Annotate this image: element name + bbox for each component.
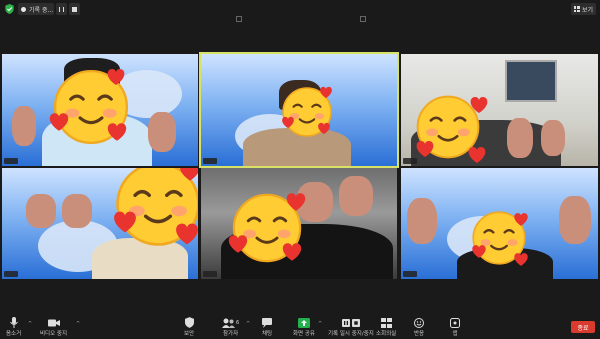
recording-control-button[interactable]: 기록 일시 중지/중지 — [328, 317, 374, 337]
stop-video-button[interactable]: 비디오 중지 — [40, 317, 67, 337]
share-screen-label: 화면 공유 — [293, 331, 315, 337]
pause-icon — [59, 6, 64, 12]
participant-video-tile-active[interactable] — [199, 52, 399, 168]
participant-video-tile[interactable] — [201, 168, 397, 279]
breakout-rooms-label: 소회의실 — [376, 331, 397, 337]
share-options-caret-icon[interactable]: ^ — [318, 321, 322, 327]
end-meeting-button[interactable]: 종료 — [571, 321, 595, 333]
reactions-label: 반응 — [414, 331, 425, 337]
security-label: 보안 — [184, 331, 195, 337]
heart-icon — [179, 168, 198, 181]
wall-picture — [505, 60, 557, 102]
heart-icon — [228, 235, 248, 253]
participant-hand — [26, 194, 56, 228]
heart-icon — [176, 223, 198, 245]
pause-recording-button[interactable] — [56, 3, 67, 15]
fullscreen-toggle-icon[interactable] — [360, 16, 366, 22]
mute-label: 음소거 — [6, 331, 22, 337]
grid-icon — [573, 6, 580, 12]
shield-icon — [184, 317, 194, 328]
heart-icon — [514, 213, 528, 226]
heart-icon — [514, 253, 528, 266]
audio-options-caret-icon[interactable]: ^ — [28, 321, 32, 327]
heart-icon — [49, 113, 69, 131]
mute-button[interactable]: 음소거 — [6, 317, 21, 337]
participant-hand — [339, 176, 373, 216]
participant-video-tile[interactable] — [401, 168, 598, 279]
heart-icon — [318, 122, 330, 135]
view-label: 보기 — [581, 6, 593, 14]
smiley-reaction-icon — [414, 317, 425, 328]
participants-count: 6 — [236, 319, 240, 326]
participant-name-tag — [403, 271, 417, 277]
reactions-button[interactable]: 반응 — [414, 317, 424, 337]
participant-hand — [541, 120, 565, 156]
breakout-rooms-icon — [380, 317, 392, 328]
participants-icon — [222, 318, 235, 328]
participant-hand — [507, 118, 533, 158]
participant-name-tag — [4, 158, 18, 164]
heart-icon — [470, 97, 488, 113]
participant-hand — [148, 112, 176, 152]
view-button[interactable]: 보기 — [570, 3, 596, 15]
security-button[interactable]: 보안 — [184, 317, 194, 337]
heart-icon — [107, 123, 127, 141]
participants-button[interactable]: 6 참가자 — [222, 317, 239, 337]
participant-name-tag — [203, 158, 217, 164]
video-options-caret-icon[interactable]: ^ — [76, 321, 80, 327]
heart-icon — [282, 116, 294, 129]
participant-name-tag — [203, 271, 217, 277]
participants-label: 참가자 — [223, 331, 239, 337]
heart-icon — [107, 69, 125, 85]
breakout-rooms-button[interactable]: 소회의실 — [376, 317, 396, 337]
heart-icon — [282, 243, 302, 261]
participant-hand — [62, 194, 92, 228]
stop-icon — [351, 318, 360, 327]
participant-hand — [407, 198, 437, 244]
apps-label: 앱 — [452, 331, 458, 337]
recording-indicator: 기록 중... — [18, 3, 54, 15]
heart-icon — [416, 141, 434, 157]
apps-button[interactable]: 앱 — [450, 317, 460, 337]
participant-video-tile[interactable] — [401, 54, 598, 166]
chat-button[interactable]: 채팅 — [262, 317, 272, 337]
pause-icon — [341, 318, 350, 327]
participant-name-tag — [403, 158, 417, 164]
stop-icon — [72, 6, 77, 12]
heart-icon — [468, 147, 486, 163]
participant-video-tile[interactable] — [2, 168, 198, 279]
participant-video-tile[interactable] — [2, 54, 198, 166]
participant-name-tag — [4, 271, 18, 277]
chat-label: 채팅 — [262, 331, 273, 337]
recording-label: 기록 중... — [29, 6, 54, 14]
recording-control-label: 기록 일시 중지/중지 — [328, 331, 374, 337]
participants-options-caret-icon[interactable]: ^ — [246, 321, 250, 327]
stop-video-label: 비디오 중지 — [40, 331, 68, 337]
meeting-top-bar: 기록 중... 보기 — [0, 0, 600, 18]
recording-dot-icon — [21, 6, 26, 12]
video-camera-icon — [47, 319, 60, 326]
share-screen-button[interactable]: 화면 공유 — [293, 317, 315, 337]
minimize-view-icon[interactable] — [236, 16, 242, 22]
heart-icon — [320, 86, 332, 99]
apps-icon — [450, 317, 460, 328]
participant-hand — [12, 106, 36, 146]
heart-icon — [286, 193, 306, 211]
heart-icon — [472, 245, 486, 258]
microphone-icon — [9, 317, 18, 328]
share-screen-icon — [298, 317, 310, 328]
participant-hand — [559, 196, 591, 244]
heart-icon — [114, 211, 136, 233]
stop-recording-button[interactable] — [69, 3, 80, 15]
shield-check-icon[interactable] — [5, 4, 14, 14]
chat-bubble-icon — [262, 317, 273, 328]
meeting-toolbar: 음소거 ^ 비디오 중지 ^ 보안 6 참가자 ^ 채팅 화면 공유 ^ 기록 … — [0, 314, 600, 339]
